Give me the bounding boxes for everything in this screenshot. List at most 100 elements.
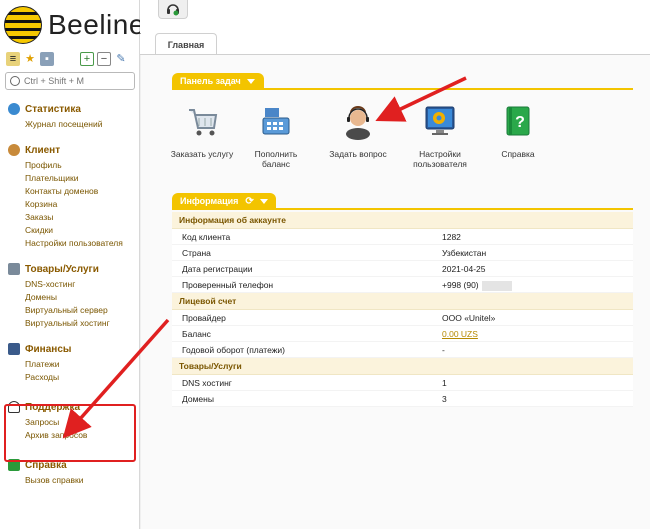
table-row: Домены 3 xyxy=(172,391,633,407)
nav-group-title: Товары/Услуги xyxy=(25,263,99,275)
nav-group-title: Клиент xyxy=(25,144,61,156)
table-row: Провайдер ООО «Unitel» xyxy=(172,310,633,326)
table-row: DNS хостинг 1 xyxy=(172,375,633,391)
table-row: Годовой оборот (платежи) - xyxy=(172,342,633,358)
row-value: 1 xyxy=(442,378,447,388)
task-order-service[interactable]: Заказать услугу xyxy=(170,104,234,159)
task-ask-question[interactable]: Задать вопрос xyxy=(326,104,390,159)
sidebar-item-domains[interactable]: Домены xyxy=(25,291,136,304)
row-label: Домены xyxy=(182,394,214,404)
nav-group-finance: Финансы Платежи Расходы xyxy=(8,340,136,384)
section-account: Информация об аккаунте xyxy=(172,212,633,229)
nav-group-products: Товары/Услуги DNS-хостинг Домены Виртуал… xyxy=(8,260,136,330)
table-row: Проверенный телефон +998 (90) xyxy=(172,277,633,293)
help-book-icon: ? xyxy=(506,106,530,136)
taskbar-title: Панель задач xyxy=(180,76,241,86)
globe-icon xyxy=(8,103,20,115)
sidebar-item-domain-contacts[interactable]: Контакты доменов xyxy=(25,185,136,198)
taskbar-header[interactable]: Панель задач xyxy=(172,73,264,89)
nav-group-header[interactable]: Товары/Услуги xyxy=(8,260,136,278)
support-agent-icon xyxy=(346,106,370,140)
chevron-down-icon xyxy=(259,198,268,204)
table-row: Страна Узбекистан xyxy=(172,245,633,261)
sidebar-item-cart[interactable]: Корзина xyxy=(25,198,136,211)
search-icon xyxy=(10,76,20,86)
support-button[interactable] xyxy=(158,0,188,19)
sidebar-item-dns-hosting[interactable]: DNS-хостинг xyxy=(25,278,136,291)
nav-group-statistics: Статистика Журнал посещений xyxy=(8,100,136,131)
task-label: Задать вопрос xyxy=(329,149,387,159)
info-header[interactable]: Информация ⟳ xyxy=(172,193,276,209)
row-label: Провайдер xyxy=(182,313,226,323)
task-label: Справка xyxy=(501,149,535,159)
row-value: - xyxy=(442,345,445,355)
menu-list-icon[interactable]: ≡ xyxy=(6,52,20,66)
row-value: 3 xyxy=(442,394,447,404)
cash-register-icon xyxy=(262,108,290,135)
highlight-box xyxy=(4,404,136,462)
brand-logo[interactable]: Beeline xyxy=(4,4,145,46)
section-account-balance: Лицевой счет xyxy=(172,293,633,310)
balance-link[interactable]: 0.00 UZS xyxy=(434,326,633,341)
nav-group-header[interactable]: Статистика xyxy=(8,100,136,118)
cart-icon xyxy=(189,109,218,136)
row-value: Узбекистан xyxy=(442,248,487,258)
sidebar-item-visit-log[interactable]: Журнал посещений xyxy=(25,118,136,131)
redacted-block xyxy=(481,280,512,291)
brand-name: Beeline xyxy=(48,9,145,40)
sidebar-item-expenses[interactable]: Расходы xyxy=(25,371,136,384)
search-input[interactable] xyxy=(24,76,124,86)
row-label: Баланс xyxy=(182,329,211,339)
refresh-icon[interactable]: ⟳ xyxy=(245,196,253,207)
phone-value: +998 (90) xyxy=(442,280,479,290)
row-label: Годовой оборот (платежи) xyxy=(182,345,285,355)
row-label: Страна xyxy=(182,248,211,258)
taskbar-underline xyxy=(172,88,633,90)
pin-icon[interactable]: ✎ xyxy=(114,52,128,66)
task-label: Заказать услугу xyxy=(170,149,234,159)
search-box[interactable] xyxy=(5,72,135,90)
row-label: DNS хостинг xyxy=(182,378,232,388)
svg-text:?: ? xyxy=(515,114,525,131)
collapse-all-icon[interactable]: − xyxy=(97,52,111,66)
headset-icon xyxy=(167,4,179,16)
cart-icon xyxy=(8,263,20,275)
task-top-up-balance[interactable]: Пополнить баланс xyxy=(244,104,308,169)
sidebar-item-discounts[interactable]: Скидки xyxy=(25,224,136,237)
sidebar-item-call-help[interactable]: Вызов справки xyxy=(25,474,136,487)
task-help[interactable]: ? Справка xyxy=(486,104,550,159)
task-label: Пополнить баланс xyxy=(254,149,298,169)
info-title: Информация xyxy=(180,196,239,206)
row-value: ООО «Unitel» xyxy=(442,313,496,323)
tab-main[interactable]: Главная xyxy=(155,33,217,55)
sidebar-item-profile[interactable]: Профиль xyxy=(25,159,136,172)
info-table: Информация об аккаунте Код клиента 1282 С… xyxy=(172,212,633,407)
star-icon[interactable]: ★ xyxy=(23,52,37,66)
info-underline xyxy=(172,208,633,210)
beeline-logo-icon xyxy=(4,6,42,44)
nav-group-header[interactable]: Клиент xyxy=(8,141,136,159)
task-list: Заказать услугу Пополнить баланс Задать … xyxy=(170,104,642,174)
sidebar-item-virtual-hosting[interactable]: Виртуальный хостинг xyxy=(25,317,136,330)
row-label: Проверенный телефон xyxy=(182,280,274,290)
settings-monitor-icon xyxy=(425,106,455,135)
expand-all-icon[interactable]: + xyxy=(80,52,94,66)
table-row: Баланс 0.00 UZS xyxy=(172,326,633,342)
finance-icon xyxy=(8,343,20,355)
sidebar-item-virtual-server[interactable]: Виртуальный сервер xyxy=(25,304,136,317)
clipboard-icon[interactable]: ▪ xyxy=(40,52,54,66)
task-label: Настройки пользователя xyxy=(413,149,467,169)
user-icon xyxy=(8,144,20,156)
row-value: 1282 xyxy=(442,232,461,242)
task-user-settings[interactable]: Настройки пользователя xyxy=(408,104,472,169)
sidebar-item-payers[interactable]: Плательщики xyxy=(25,172,136,185)
nav-group-header[interactable]: Финансы xyxy=(8,340,136,358)
nav-group-title: Финансы xyxy=(25,343,72,355)
sidebar-item-user-settings[interactable]: Настройки пользователя xyxy=(25,237,136,250)
table-row: Дата регистрации 2021-04-25 xyxy=(172,261,633,277)
row-value: +998 (90) xyxy=(434,277,633,292)
sidebar-toolbar: ≡ ★ ▪ + − ✎ xyxy=(6,52,128,66)
sidebar-item-payments[interactable]: Платежи xyxy=(25,358,136,371)
sidebar-item-orders[interactable]: Заказы xyxy=(25,211,136,224)
section-products: Товары/Услуги xyxy=(172,358,633,375)
